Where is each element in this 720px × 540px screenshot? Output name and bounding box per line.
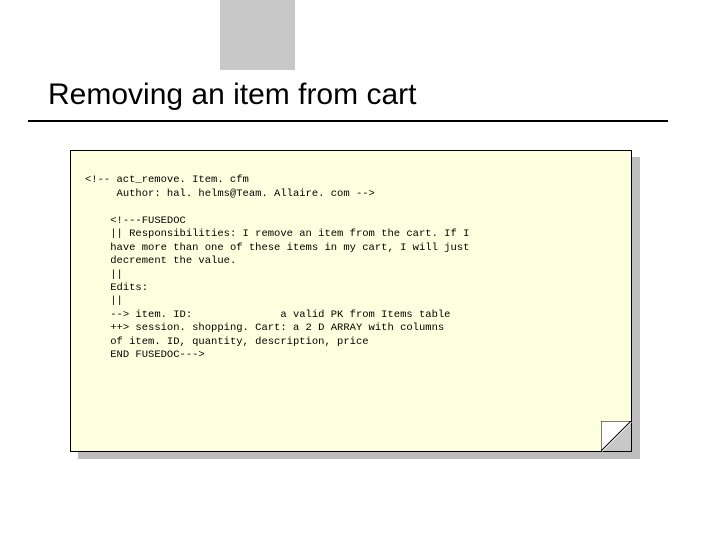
- code-line: Edits:: [85, 282, 148, 294]
- code-line: <!---FUSEDOC: [85, 215, 186, 227]
- code-line: ||: [85, 295, 123, 307]
- page-fold-outline-icon: [601, 421, 631, 451]
- code-note: <!-- act_remove. Item. cfm Author: hal. …: [70, 150, 632, 452]
- code-line: || Responsibilities: I remove an item fr…: [85, 228, 469, 240]
- decorative-top-band: [220, 0, 295, 70]
- code-line: ++> session. shopping. Cart: a 2 D ARRAY…: [85, 322, 444, 334]
- page-title: Removing an item from cart: [48, 78, 416, 112]
- code-line: decrement the value.: [85, 255, 236, 267]
- code-line: Author: hal. helms@Team. Allaire. com --…: [85, 188, 375, 200]
- code-block: <!-- act_remove. Item. cfm Author: hal. …: [71, 151, 631, 386]
- code-line: of item. ID, quantity, description, pric…: [85, 336, 369, 348]
- title-underline: [28, 120, 668, 122]
- code-line: END FUSEDOC--->: [85, 349, 205, 361]
- code-line: ||: [85, 269, 123, 281]
- code-line: --> item. ID: a valid PK from Items tabl…: [85, 309, 450, 321]
- code-line: <!-- act_remove. Item. cfm: [85, 174, 249, 186]
- code-line: have more than one of these items in my …: [85, 242, 469, 254]
